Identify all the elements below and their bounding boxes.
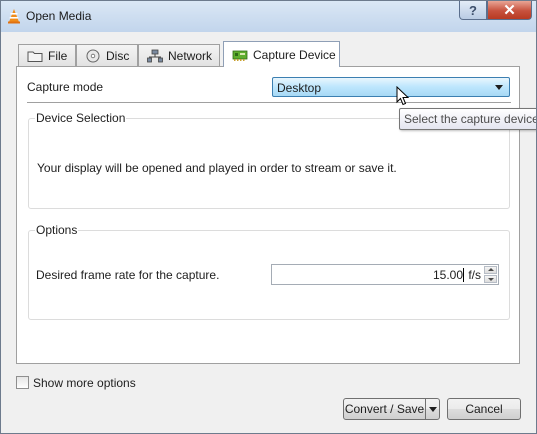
spin-up-icon[interactable] bbox=[484, 266, 497, 274]
chevron-down-icon bbox=[495, 85, 503, 90]
tab-capture-device-label: Capture Device bbox=[253, 47, 336, 62]
text-caret bbox=[463, 268, 464, 282]
title-bar[interactable]: Open Media ? ✕ bbox=[1, 1, 536, 32]
vlc-cone-icon bbox=[8, 9, 20, 24]
tab-disc-label: Disc bbox=[106, 48, 130, 63]
device-selection-group: Device Selection Your display will be op… bbox=[28, 111, 510, 209]
window-title: Open Media bbox=[26, 9, 92, 23]
frame-rate-suffix: f/s bbox=[468, 268, 481, 282]
convert-save-dropdown-button[interactable] bbox=[425, 398, 440, 420]
device-message: Your display will be opened and played i… bbox=[37, 161, 397, 175]
frame-rate-spinbox[interactable]: 15.00 f/s bbox=[271, 264, 499, 285]
convert-save-button[interactable]: Convert / Save bbox=[343, 398, 426, 420]
capture-mode-value: Desktop bbox=[277, 81, 322, 95]
cancel-label: Cancel bbox=[465, 402, 503, 416]
capture-device-tooltip: Select the capture device bbox=[399, 108, 536, 130]
network-icon bbox=[147, 49, 163, 62]
divider bbox=[27, 102, 511, 103]
capture-mode-label: Capture mode bbox=[27, 80, 104, 94]
close-icon: ✕ bbox=[503, 2, 516, 19]
capture-mode-select[interactable]: Desktop bbox=[272, 77, 510, 97]
options-title: Options bbox=[35, 223, 79, 237]
show-more-options-label[interactable]: Show more options bbox=[33, 376, 136, 390]
cancel-button[interactable]: Cancel bbox=[447, 398, 521, 420]
disc-icon bbox=[86, 49, 100, 62]
convert-save-label: Convert / Save bbox=[344, 402, 425, 416]
open-media-dialog: Open Media ? ✕ File Disc Network Capture… bbox=[0, 0, 537, 434]
tab-network[interactable]: Network bbox=[138, 44, 220, 66]
tab-capture-device[interactable]: Capture Device bbox=[223, 41, 340, 67]
spin-down-icon[interactable] bbox=[484, 275, 497, 283]
folder-icon bbox=[27, 51, 43, 62]
frame-rate-label: Desired frame rate for the capture. bbox=[36, 268, 220, 282]
tab-network-label: Network bbox=[168, 48, 213, 63]
mouse-pointer-icon bbox=[396, 86, 410, 106]
show-more-options-checkbox[interactable] bbox=[16, 376, 29, 389]
capture-card-icon bbox=[232, 50, 248, 61]
device-selection-title: Device Selection bbox=[35, 111, 127, 125]
help-button[interactable]: ? bbox=[459, 1, 487, 20]
tab-file-label: File bbox=[48, 48, 68, 63]
tab-disc[interactable]: Disc bbox=[76, 44, 138, 66]
close-button[interactable]: ✕ bbox=[487, 1, 532, 20]
help-icon: ? bbox=[469, 2, 477, 18]
frame-rate-value: 15.00 bbox=[432, 268, 463, 282]
tab-file[interactable]: File bbox=[18, 44, 76, 66]
